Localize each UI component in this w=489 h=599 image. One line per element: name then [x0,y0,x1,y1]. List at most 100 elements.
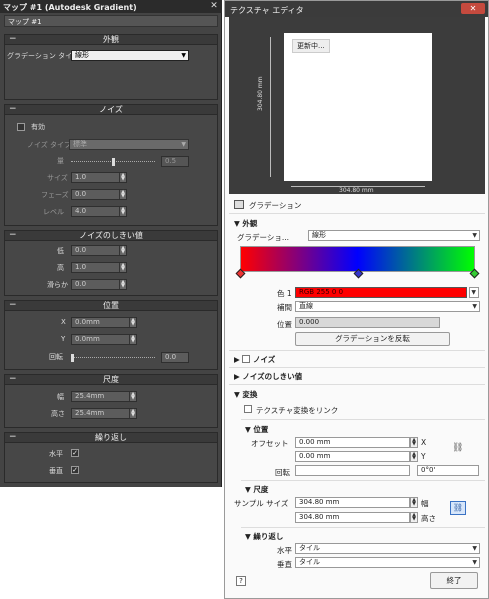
close-icon[interactable]: ✕ [209,1,219,11]
repeat-h-checkbox[interactable]: ✓ [71,449,79,457]
offset-label: オフセット [251,439,289,448]
smooth-field[interactable]: 0.0 ▲ ▼ [71,279,127,290]
scale-width-field[interactable]: 25.4mm ▲ ▼ [71,391,137,402]
offset-x-field[interactable]: 0.00 mm [295,437,410,448]
spinner-icon[interactable]: ▲ ▼ [410,437,418,448]
help-icon[interactable]: ? [236,576,246,586]
map-name-field[interactable]: マップ #1 [4,15,218,27]
spinner-icon[interactable]: ▲ ▼ [129,392,136,401]
threshold-low-field[interactable]: 0.0 ▲ ▼ [71,245,127,256]
collapse-icon[interactable]: − [9,105,17,114]
stop-position-field[interactable]: 0.000 [295,317,440,328]
spinner-icon[interactable]: ▲ ▼ [119,190,126,199]
position-y-field[interactable]: 0.0mm ▲ ▼ [71,334,137,345]
spinner-icon[interactable]: ▲ ▼ [119,207,126,216]
amount-field[interactable]: 0.5 [161,156,189,167]
spinner-icon[interactable]: ▲ ▼ [129,409,136,418]
noise-title: ノイズ [99,105,123,114]
repeat-h-dropdown[interactable]: タイル ▼ [295,543,480,554]
chevron-down-icon: ▼ [471,289,476,296]
scale-height-field[interactable]: 25.4mm ▲ ▼ [71,408,137,419]
noise-header[interactable]: − ノイズ [5,105,217,115]
scale-width-label: 幅 [57,393,64,401]
gradient-type-label: グラデーショ... [237,233,290,242]
phase-label: フェーズ [41,191,69,199]
collapse-icon[interactable]: − [9,35,17,44]
spinner-icon[interactable]: ▲ ▼ [119,263,126,272]
appearance-section[interactable]: ▼ 外観 [234,218,257,229]
sample-height-field[interactable]: 304.80 mm [295,512,410,523]
gradient-type-dropdown[interactable]: 線形 ▼ [71,50,189,61]
repeat-v-dropdown[interactable]: タイル ▼ [295,557,480,568]
reverse-gradient-button[interactable]: グラデーションを反転 [295,332,450,346]
spinner-icon[interactable]: ▲ ▼ [129,335,136,344]
color-swatch[interactable]: RGB 255 0 0 [295,287,467,298]
spinner-icon[interactable]: ▲ ▼ [410,512,418,523]
repeat-header[interactable]: − 繰り返し [5,433,217,443]
repeat-section[interactable]: ▼ 繰り返し [245,531,283,542]
threshold-high-value: 1.0 [75,263,87,271]
position-section[interactable]: ▼ 位置 [245,424,268,435]
noise-type-dropdown[interactable]: 標準 ▼ [69,139,189,150]
gradient-type-dropdown[interactable]: 線形 ▼ [308,230,480,241]
noise-type-value: 標準 [73,140,87,148]
collapse-icon[interactable]: − [9,301,17,310]
collapse-icon[interactable]: − [9,231,17,240]
threshold-header[interactable]: − ノイズのしきい値 [5,231,217,241]
link-chain-icon[interactable]: ⛓ [450,501,466,515]
threshold-high-field[interactable]: 1.0 ▲ ▼ [71,262,127,273]
texture-preview: 更新中... 304.80 mm 304.80 mm [229,17,485,194]
scale-height-value: 25.4mm [75,409,105,417]
collapse-icon[interactable]: − [9,433,17,442]
rotation-field[interactable]: 0°0' [417,465,479,476]
position-header[interactable]: − 位置 [5,301,217,311]
noise-enabled-checkbox[interactable] [17,123,25,131]
sample-height-label: 高さ [421,514,436,523]
spinner-icon[interactable]: ▲ ▼ [129,318,136,327]
spinner-icon[interactable]: ▲ ▼ [410,497,418,508]
interp-label: 補間 [277,303,292,312]
divider [229,350,485,351]
link-chain-icon[interactable]: ⛓ [452,443,463,453]
spinner-icon[interactable]: ▲ ▼ [119,246,126,255]
scale-rollout: − 尺度 幅 25.4mm ▲ ▼ 高さ 25.4mm ▲ ▼ [4,374,218,428]
appearance-header[interactable]: − 外観 [5,35,217,45]
offset-y-field[interactable]: 0.00 mm [295,451,410,462]
position-y-label: Y [61,335,66,343]
sample-width-field[interactable]: 304.80 mm [295,497,410,508]
appearance-rollout: − 外観 グラデーション タイプ 線形 ▼ [4,34,218,100]
close-button[interactable]: ✕ [461,3,485,14]
threshold-section[interactable]: ▶ ノイズのしきい値 [234,371,302,382]
size-field[interactable]: 1.0 ▲ ▼ [71,172,127,183]
rotation-slider-field[interactable] [295,465,410,476]
spinner-icon[interactable]: ▲ ▼ [410,451,418,462]
rotation-field[interactable]: 0.0 [161,352,189,363]
rotation-slider[interactable] [71,354,155,362]
color-dropdown[interactable]: ▼ [469,287,479,298]
noise-checkbox[interactable] [242,355,251,363]
spinner-icon[interactable]: ▲ ▼ [119,280,126,289]
repeat-rollout: − 繰り返し 水平 ✓ 垂直 ✓ [4,432,218,483]
interp-dropdown[interactable]: 直線 ▼ [295,301,480,312]
level-field[interactable]: 4.0 ▲ ▼ [71,206,127,217]
phase-field[interactable]: 0.0 ▲ ▼ [71,189,127,200]
offset-x-label: X [421,438,427,447]
noise-section[interactable]: ▶ ノイズ [234,354,275,365]
repeat-v-checkbox[interactable]: ✓ [71,466,79,474]
transform-section[interactable]: ▼ 変換 [234,389,257,400]
scale-height-label: 高さ [51,410,65,418]
slider-thumb[interactable] [111,158,115,166]
scale-header[interactable]: − 尺度 [5,375,217,385]
done-button[interactable]: 終了 [430,572,478,589]
spinner-icon[interactable]: ▲ ▼ [119,173,126,182]
amount-slider[interactable] [71,158,155,166]
position-title: 位置 [253,425,269,434]
collapse-icon[interactable]: − [9,375,17,384]
link-transform-checkbox[interactable] [244,405,252,413]
position-x-field[interactable]: 0.0mm ▲ ▼ [71,317,137,328]
horizontal-dimension-label: 304.80 mm [339,187,374,194]
chevron-down-icon: ▼ [181,141,186,148]
gradient-stop-handle[interactable] [469,268,480,279]
scale-section[interactable]: ▼ 尺度 [245,484,268,495]
slider-thumb[interactable] [71,354,74,362]
